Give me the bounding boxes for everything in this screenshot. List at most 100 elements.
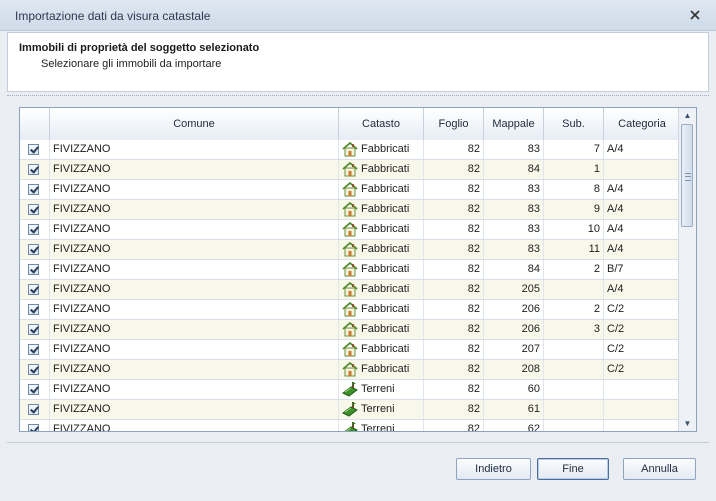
catasto-label: Fabbricati (361, 363, 410, 375)
row-checkbox[interactable] (28, 324, 39, 335)
categoria-cell (604, 420, 680, 431)
cancel-button[interactable]: Annulla (623, 458, 696, 480)
catasto-label: Fabbricati (361, 203, 410, 215)
catasto-cell: Fabbricati (339, 360, 424, 379)
catasto-label: Fabbricati (361, 263, 410, 275)
select-cell[interactable] (20, 320, 50, 339)
catasto-label: Fabbricati (361, 243, 410, 255)
select-cell[interactable] (20, 180, 50, 199)
row-checkbox[interactable] (28, 204, 39, 215)
mappale-cell: 83 (484, 200, 544, 219)
comune-cell: FIVIZZANO (50, 180, 339, 199)
footer-separator (7, 442, 709, 443)
scroll-thumb[interactable] (681, 124, 693, 227)
row-checkbox[interactable] (28, 304, 39, 315)
row-checkbox[interactable] (28, 404, 39, 415)
table-row[interactable]: FIVIZZANO Fabbricati 82 83 10 A/4 (20, 220, 680, 240)
row-checkbox[interactable] (28, 344, 39, 355)
select-cell[interactable] (20, 200, 50, 219)
select-cell[interactable] (20, 140, 50, 159)
categoria-cell: A/4 (607, 143, 624, 155)
select-cell[interactable] (20, 400, 50, 419)
categoria-cell (604, 160, 680, 179)
select-cell[interactable] (20, 280, 50, 299)
select-cell[interactable] (20, 340, 50, 359)
table-row[interactable]: FIVIZZANO Fabbricati 82 207 C/2 (20, 340, 680, 360)
table-row[interactable]: FIVIZZANO Terreni 82 61 (20, 400, 680, 420)
table-row[interactable]: FIVIZZANO Fabbricati 82 205 A/4 (20, 280, 680, 300)
categoria-cell: C/2 (607, 343, 625, 355)
house-icon (342, 181, 358, 197)
select-cell[interactable] (20, 160, 50, 179)
table-row[interactable]: FIVIZZANO Fabbricati 82 83 9 A/4 (20, 200, 680, 220)
title-bar: Importazione dati da visura catastale (0, 0, 716, 31)
catasto-cell: Fabbricati (339, 140, 424, 159)
column-header-categoria[interactable]: Categoria (604, 108, 680, 140)
comune-cell: FIVIZZANO (50, 160, 339, 179)
catasto-cell: Fabbricati (339, 260, 424, 279)
scroll-up-icon[interactable]: ▲ (679, 108, 696, 123)
scroll-down-icon[interactable]: ▼ (679, 416, 696, 431)
table-row[interactable]: FIVIZZANO Terreni 82 62 (20, 420, 680, 432)
comune-cell: FIVIZZANO (50, 340, 339, 359)
column-header-comune[interactable]: Comune (50, 108, 339, 140)
table-row[interactable]: FIVIZZANO Fabbricati 82 84 2 B/7 (20, 260, 680, 280)
select-cell[interactable] (20, 380, 50, 399)
table-row[interactable]: FIVIZZANO Fabbricati 82 83 7 A/4 (20, 140, 680, 160)
finish-button[interactable]: Fine (537, 458, 609, 480)
sub-cell: 10 (544, 220, 604, 239)
row-checkbox[interactable] (28, 384, 39, 395)
categoria-cell: A/4 (607, 183, 624, 195)
comune-cell: FIVIZZANO (50, 280, 339, 299)
catasto-cell: Fabbricati (339, 200, 424, 219)
row-checkbox[interactable] (28, 164, 39, 175)
foglio-cell: 82 (424, 200, 484, 219)
properties-grid[interactable]: Comune Catasto Foglio Mappale Sub. Categ… (19, 107, 697, 432)
catasto-label: Fabbricati (361, 223, 410, 235)
column-header-select[interactable] (20, 108, 50, 140)
select-cell[interactable] (20, 260, 50, 279)
comune-cell: FIVIZZANO (50, 220, 339, 239)
house-icon (342, 241, 358, 257)
table-row[interactable]: FIVIZZANO Fabbricati 82 208 C/2 (20, 360, 680, 380)
sub-cell: 2 (544, 260, 604, 279)
row-checkbox[interactable] (28, 144, 39, 155)
categoria-cell: C/2 (607, 363, 625, 375)
table-row[interactable]: FIVIZZANO Fabbricati 82 83 11 A/4 (20, 240, 680, 260)
column-header-mappale[interactable]: Mappale (484, 108, 544, 140)
foglio-cell: 82 (424, 400, 484, 419)
mappale-cell: 61 (484, 400, 544, 419)
table-row[interactable]: FIVIZZANO Fabbricati 82 206 2 C/2 (20, 300, 680, 320)
mappale-cell: 207 (484, 340, 544, 359)
table-row[interactable]: FIVIZZANO Terreni 82 60 (20, 380, 680, 400)
catasto-label: Terreni (361, 423, 395, 432)
select-cell[interactable] (20, 220, 50, 239)
row-checkbox[interactable] (28, 244, 39, 255)
back-button[interactable]: Indietro (456, 458, 531, 480)
row-checkbox[interactable] (28, 284, 39, 295)
select-cell[interactable] (20, 240, 50, 259)
column-header-catasto[interactable]: Catasto (339, 108, 424, 140)
row-checkbox[interactable] (28, 184, 39, 195)
comune-cell: FIVIZZANO (50, 140, 339, 159)
row-checkbox[interactable] (28, 224, 39, 235)
categoria-cell (604, 380, 680, 399)
table-row[interactable]: FIVIZZANO Fabbricati 82 84 1 (20, 160, 680, 180)
column-header-sub[interactable]: Sub. (544, 108, 604, 140)
mappale-cell: 83 (484, 140, 544, 159)
column-header-foglio[interactable]: Foglio (424, 108, 484, 140)
mappale-cell: 83 (484, 240, 544, 259)
vertical-scrollbar[interactable]: ▲ ▼ (678, 108, 696, 431)
categoria-cell: A/4 (607, 283, 624, 295)
foglio-cell: 82 (424, 180, 484, 199)
row-checkbox[interactable] (28, 424, 39, 431)
select-cell[interactable] (20, 300, 50, 319)
close-icon[interactable] (687, 7, 703, 23)
select-cell[interactable] (20, 360, 50, 379)
row-checkbox[interactable] (28, 264, 39, 275)
table-row[interactable]: FIVIZZANO Fabbricati 82 206 3 C/2 (20, 320, 680, 340)
table-row[interactable]: FIVIZZANO Fabbricati 82 83 8 A/4 (20, 180, 680, 200)
row-checkbox[interactable] (28, 364, 39, 375)
select-cell[interactable] (20, 420, 50, 431)
catasto-cell: Terreni (339, 420, 424, 432)
